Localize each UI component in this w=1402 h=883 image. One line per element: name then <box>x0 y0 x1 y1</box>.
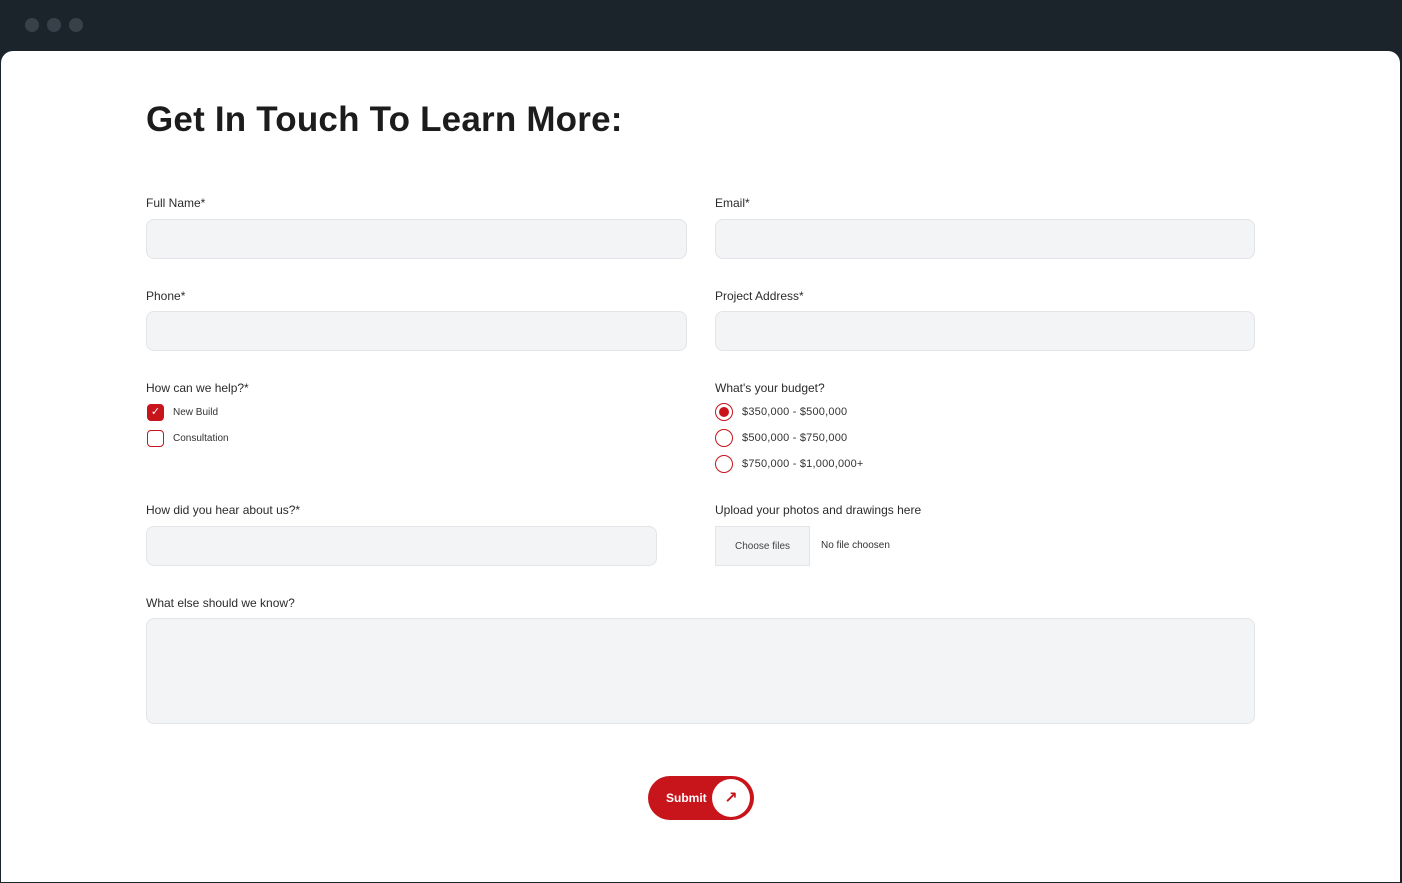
no-file-text: No file choosen <box>821 540 890 551</box>
submit-label: Submit <box>666 791 707 805</box>
know-textarea[interactable] <box>146 618 1255 724</box>
submit-button[interactable]: Submit ↗ <box>648 776 754 820</box>
budget-option-750-1m[interactable]: $750,000 - $1,000,000+ <box>715 455 864 473</box>
radio-unselected[interactable] <box>715 455 733 473</box>
budget-label: What's your budget? <box>715 381 825 395</box>
budget-option-500-750[interactable]: $500,000 - $750,000 <box>715 429 847 447</box>
phone-input[interactable] <box>146 311 687 351</box>
window-dot[interactable] <box>47 18 61 32</box>
project-address-input[interactable] <box>715 311 1255 351</box>
help-option-consultation[interactable]: Consultation <box>147 430 229 447</box>
arrow-up-right-icon: ↗ <box>712 779 750 817</box>
know-label: What else should we know? <box>146 596 295 610</box>
budget-option-350-500[interactable]: $350,000 - $500,000 <box>715 403 847 421</box>
help-option-label: Consultation <box>173 433 229 444</box>
window-dot[interactable] <box>25 18 39 32</box>
help-label: How can we help?* <box>146 381 249 395</box>
radio-dot <box>719 407 729 417</box>
radio-selected[interactable] <box>715 403 733 421</box>
help-option-new-build[interactable]: ✓ New Build <box>147 404 218 421</box>
project-address-label: Project Address* <box>715 289 804 303</box>
window-title-bar <box>0 0 1402 52</box>
phone-label: Phone* <box>146 289 186 303</box>
contact-page <box>1 51 1400 882</box>
help-option-label: New Build <box>173 407 219 418</box>
hear-about-label: How did you hear about us?* <box>146 503 301 517</box>
email-input[interactable] <box>715 219 1255 259</box>
checkbox-checked[interactable]: ✓ <box>147 404 164 421</box>
checkbox-unchecked[interactable] <box>147 430 164 447</box>
window-dot[interactable] <box>69 18 83 32</box>
budget-option-label: $750,000 - $1,000,000+ <box>742 458 864 470</box>
choose-files-button[interactable]: Choose files <box>715 526 810 566</box>
page-title: Get In Touch To Learn More: <box>146 100 623 139</box>
radio-unselected[interactable] <box>715 429 733 447</box>
full-name-label: Full Name* <box>146 196 206 210</box>
full-name-input[interactable] <box>146 219 687 259</box>
budget-option-label: $500,000 - $750,000 <box>742 432 848 444</box>
email-label: Email* <box>715 196 750 210</box>
checkmark-icon: ✓ <box>150 406 161 418</box>
budget-option-label: $350,000 - $500,000 <box>742 406 848 418</box>
upload-label: Upload your photos and drawings here <box>715 503 922 517</box>
hear-about-input[interactable] <box>146 526 657 566</box>
